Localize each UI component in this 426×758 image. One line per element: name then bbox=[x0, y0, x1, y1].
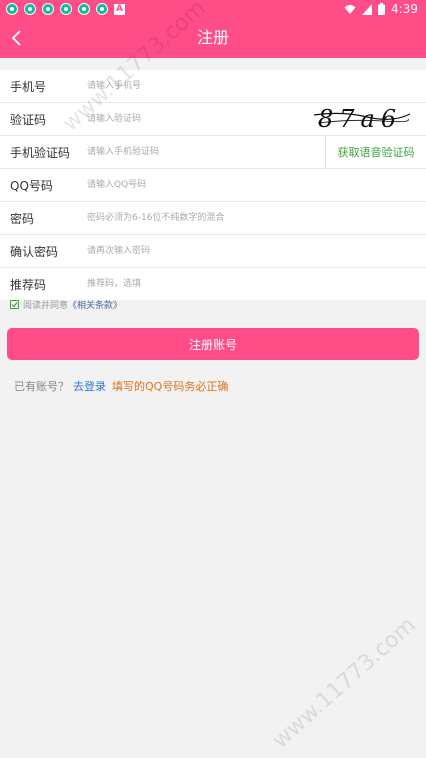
app-notification-icon bbox=[60, 3, 72, 15]
confirm-password-input[interactable] bbox=[85, 245, 309, 257]
referrer-row: 推荐码 bbox=[0, 268, 426, 300]
status-right: 4:39 bbox=[344, 0, 418, 18]
password-label: 密码 bbox=[10, 211, 35, 226]
confirm-password-row: 确认密码 bbox=[0, 235, 426, 268]
notification-icons: A bbox=[0, 3, 125, 15]
captcha-row: 验证码 87a6 bbox=[0, 103, 426, 136]
login-link[interactable]: 去登录 bbox=[73, 378, 106, 394]
signal-icon bbox=[362, 3, 373, 15]
captcha-label: 验证码 bbox=[10, 112, 47, 127]
qq-input[interactable] bbox=[85, 179, 309, 191]
confirm-password-label: 确认密码 bbox=[10, 244, 59, 259]
agree-checkbox[interactable] bbox=[10, 300, 19, 309]
watermark: www.11773.com bbox=[268, 612, 421, 754]
check-icon bbox=[11, 302, 18, 308]
a-notification-icon: A bbox=[114, 3, 125, 15]
qq-label: QQ号码 bbox=[10, 178, 53, 193]
agreement-line: 阅读并同意 《相关条款》 bbox=[10, 298, 122, 311]
page-title: 注册 bbox=[196, 28, 229, 47]
captcha-image[interactable]: 87a6 bbox=[312, 105, 412, 133]
app-notification-icon bbox=[42, 3, 54, 15]
terms-link[interactable]: 《相关条款》 bbox=[68, 298, 122, 311]
register-form: 手机号 验证码 87a6 手机验证码 获取语音验证码 QQ号码 密码 确认密码 … bbox=[0, 70, 426, 300]
phone-row: 手机号 bbox=[0, 70, 426, 103]
referrer-label: 推荐码 bbox=[10, 277, 47, 292]
header-bar: 注册 bbox=[0, 18, 426, 58]
referrer-input[interactable] bbox=[85, 278, 309, 290]
wifi-icon bbox=[344, 4, 356, 14]
app-notification-icon bbox=[96, 3, 108, 15]
qq-warning-text: 填写的QQ号码务必正确 bbox=[112, 380, 229, 393]
login-prompt-text: 已有账号？ bbox=[14, 380, 69, 393]
app-notification-icon bbox=[78, 3, 90, 15]
phone-input[interactable] bbox=[85, 80, 309, 92]
app-notification-icon bbox=[24, 3, 36, 15]
battery-icon bbox=[378, 3, 386, 15]
voice-code-button[interactable]: 获取语音验证码 bbox=[325, 136, 426, 168]
status-bar: A 4:39 bbox=[0, 0, 426, 18]
sms-code-input[interactable] bbox=[85, 146, 309, 158]
sms-code-row: 手机验证码 获取语音验证码 bbox=[0, 136, 426, 169]
app-notification-icon bbox=[6, 3, 18, 15]
captcha-input[interactable] bbox=[85, 113, 309, 125]
register-button[interactable]: 注册账号 bbox=[7, 328, 419, 360]
password-input[interactable] bbox=[85, 212, 309, 224]
login-prompt: 已有账号？ 去登录 填写的QQ号码务必正确 bbox=[14, 378, 228, 394]
phone-label: 手机号 bbox=[10, 79, 47, 94]
agreement-text: 阅读并同意 bbox=[23, 301, 69, 311]
qq-row: QQ号码 bbox=[0, 169, 426, 202]
sms-code-label: 手机验证码 bbox=[10, 145, 71, 160]
password-row: 密码 bbox=[0, 202, 426, 235]
status-time: 4:39 bbox=[391, 2, 418, 16]
